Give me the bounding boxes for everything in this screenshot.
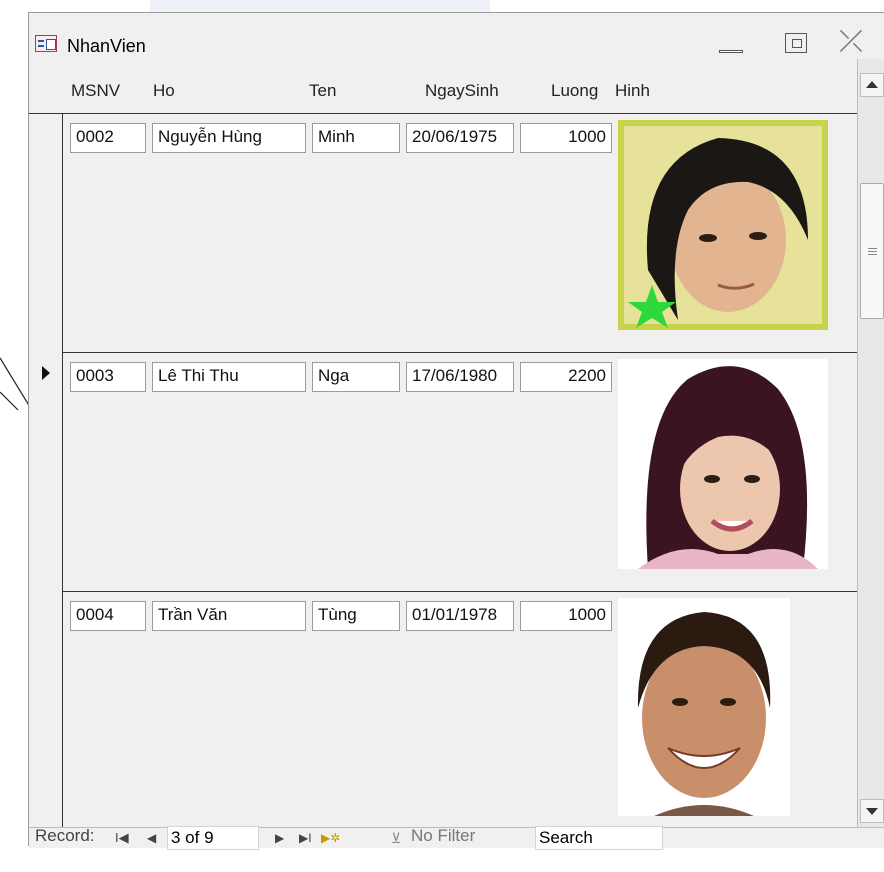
header-msnv: MSNV [71, 81, 121, 100]
background-shape [150, 0, 490, 12]
current-record-input[interactable]: 3 of 9 [167, 826, 259, 850]
scroll-thumb[interactable] [860, 183, 884, 319]
form-window: NhanVien ⤫ MSNV Ho Ten NgaySinh Luong Hi… [28, 12, 884, 850]
first-record-button[interactable]: I◀ [115, 830, 129, 846]
vertical-scrollbar[interactable] [857, 59, 884, 827]
form-icon [35, 35, 57, 52]
next-record-button[interactable]: ▶ [275, 831, 284, 845]
last-record-button[interactable]: ▶I [299, 831, 312, 845]
title-bar: NhanVien ⤫ [29, 13, 884, 59]
grip-icon [868, 248, 877, 249]
luong-field[interactable]: 1000 [520, 123, 612, 153]
filter-icon: ⊻ [391, 830, 402, 846]
ngaysinh-field[interactable]: 20/06/1975 [406, 123, 514, 153]
record-navigation-bar: Record: I◀ ◀ 3 of 9 ▶ ▶I ▶✲ ⊻ No Filter … [29, 826, 884, 850]
msnv-field[interactable]: 0003 [70, 362, 146, 392]
search-input[interactable]: Search [535, 826, 663, 850]
ten-field[interactable]: Minh [312, 123, 400, 153]
man-photo-smiling [618, 598, 790, 816]
header-ngaysinh: NgaySinh [425, 81, 499, 100]
record-row: 0004 Trần Văn Tùng 01/01/1978 1000 [63, 592, 857, 827]
woman-photo [618, 359, 828, 569]
minimize-icon[interactable] [719, 39, 743, 53]
ngaysinh-field[interactable]: 01/01/1978 [406, 601, 514, 631]
msnv-field[interactable]: 0004 [70, 601, 146, 631]
header-ho: Ho [153, 81, 175, 100]
new-record-button[interactable]: ▶✲ [321, 831, 340, 845]
previous-record-button[interactable]: ◀ [147, 831, 156, 845]
ho-field[interactable]: Lê Thi Thu [152, 362, 306, 392]
msnv-field[interactable]: 0002 [70, 123, 146, 153]
man-photo [618, 120, 828, 330]
maximize-icon[interactable] [785, 33, 807, 53]
column-header: MSNV Ho Ten NgaySinh Luong Hinh [29, 59, 857, 114]
record-row: 0003 Lê Thi Thu Nga 17/06/1980 2200 [42, 353, 857, 592]
close-icon[interactable]: ⤫ [839, 27, 863, 57]
header-luong: Luong [551, 81, 599, 100]
ho-field[interactable]: Nguyễn Hùng [152, 123, 306, 153]
luong-field[interactable]: 1000 [520, 601, 612, 631]
scroll-up-icon[interactable] [860, 73, 884, 97]
ten-field[interactable]: Nga [312, 362, 400, 392]
ten-field[interactable]: Tùng [312, 601, 400, 631]
luong-field[interactable]: 2200 [520, 362, 612, 392]
window-title: NhanVien [67, 36, 146, 56]
ngaysinh-field[interactable]: 17/06/1980 [406, 362, 514, 392]
current-record-selector[interactable] [29, 353, 62, 591]
scroll-down-icon[interactable] [860, 799, 884, 823]
current-record-arrow-icon [42, 366, 50, 380]
ho-field[interactable]: Trần Văn [152, 601, 306, 631]
no-filter-button[interactable]: No Filter [411, 826, 475, 846]
record-row: 0002 Nguyễn Hùng Minh 20/06/1975 1000 [63, 114, 857, 353]
record-label: Record: [35, 826, 95, 845]
header-hinh: Hinh [615, 81, 650, 100]
header-ten: Ten [309, 81, 337, 100]
